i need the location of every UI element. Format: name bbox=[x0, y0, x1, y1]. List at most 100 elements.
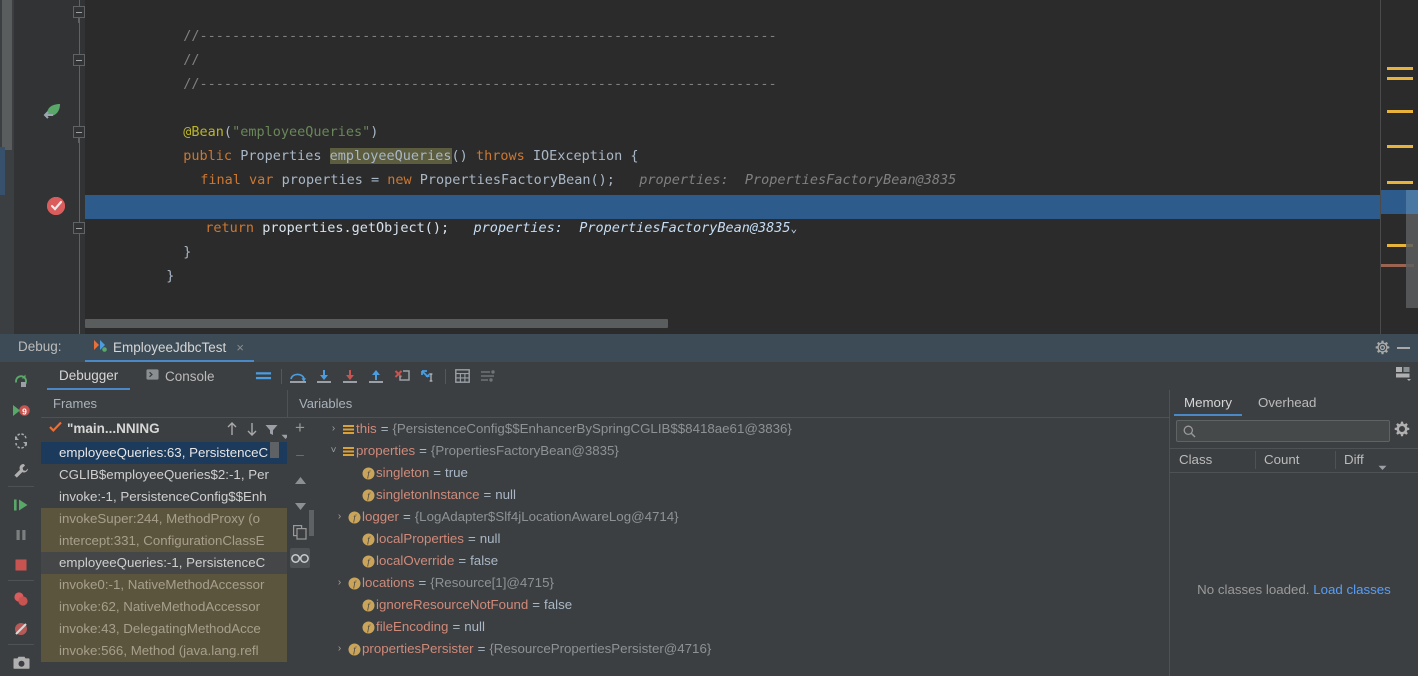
variable-row[interactable]: ˅ properties = {PropertiesFactoryBean@38… bbox=[313, 440, 1170, 462]
gear-icon[interactable] bbox=[1394, 421, 1410, 442]
run-to-cursor-button[interactable] bbox=[418, 366, 438, 386]
expand-arrow-icon[interactable]: › bbox=[327, 418, 340, 440]
variable-row[interactable]: f fileEncoding = null bbox=[313, 616, 1170, 638]
view-breakpoints-button[interactable] bbox=[8, 586, 34, 612]
stop-button[interactable] bbox=[8, 552, 34, 578]
variable-row[interactable]: f singletonInstance = null bbox=[313, 484, 1170, 506]
frames-panel[interactable]: "main...NNING employeeQueries:63, Persis… bbox=[41, 418, 290, 676]
memory-table-header[interactable]: Class Count Diff bbox=[1170, 448, 1418, 472]
frame-item[interactable]: employeeQueries:63, PersistenceC bbox=[41, 442, 287, 464]
fold-marker-57[interactable] bbox=[73, 54, 85, 66]
rerun-button[interactable] bbox=[8, 368, 34, 394]
warning-marker[interactable] bbox=[1387, 145, 1413, 148]
chevron-down-icon[interactable] bbox=[1378, 458, 1387, 476]
variable-row[interactable]: f localProperties = null bbox=[313, 528, 1170, 550]
expand-arrow-icon[interactable]: › bbox=[333, 572, 346, 594]
wrench-icon[interactable] bbox=[8, 458, 34, 484]
variable-row[interactable]: f localOverride = false bbox=[313, 550, 1170, 572]
variable-row[interactable]: › this = {PersistenceConfig$$EnhancerByS… bbox=[313, 418, 1170, 440]
show-execution-point-button[interactable] bbox=[253, 366, 273, 386]
fold-column[interactable] bbox=[72, 0, 86, 334]
frame-item[interactable]: invokeSuper:244, MethodProxy (o bbox=[41, 508, 287, 530]
glasses-icon[interactable] bbox=[290, 548, 310, 568]
variable-row[interactable]: › f propertiesPersister = {ResourcePrope… bbox=[313, 638, 1170, 660]
frame-item[interactable]: invoke:43, DelegatingMethodAcce bbox=[41, 618, 287, 640]
step-into-button[interactable] bbox=[314, 366, 334, 386]
memory-panel[interactable]: Memory Overhead Class Count Diff No clas… bbox=[1170, 390, 1418, 676]
warning-marker[interactable] bbox=[1387, 110, 1413, 113]
frame-item[interactable]: intercept:331, ConfigurationClassE bbox=[41, 530, 287, 552]
force-step-into-button[interactable] bbox=[340, 366, 360, 386]
vertical-scrollbar-thumb-highlight[interactable] bbox=[1406, 190, 1418, 214]
gear-icon[interactable] bbox=[1375, 340, 1390, 360]
frame-item[interactable]: invoke:-1, PersistenceConfig$$Enh bbox=[41, 486, 287, 508]
evaluate-expression-button[interactable] bbox=[452, 366, 472, 386]
column-diff[interactable]: Diff bbox=[1335, 448, 1418, 472]
resume-program-button[interactable]: 9 bbox=[8, 398, 34, 424]
step-out-button[interactable] bbox=[366, 366, 386, 386]
filter-icon[interactable] bbox=[265, 423, 278, 441]
frames-controls[interactable]: "main...NNING bbox=[41, 418, 290, 442]
frames-scrollbar-thumb[interactable] bbox=[270, 442, 279, 458]
collapse-arrow-icon[interactable]: ˅ bbox=[327, 440, 340, 462]
debug-session-tab[interactable]: EmployeeJdbcTest × bbox=[85, 334, 254, 362]
minimize-icon[interactable] bbox=[1397, 347, 1410, 349]
column-class[interactable]: Class bbox=[1170, 448, 1255, 472]
drop-frame-button[interactable] bbox=[392, 366, 412, 386]
restart-button[interactable] bbox=[8, 428, 34, 454]
tab-memory[interactable]: Memory bbox=[1174, 390, 1243, 416]
frames-down-icon[interactable] bbox=[246, 422, 258, 441]
mute-breakpoints-button[interactable] bbox=[8, 616, 34, 642]
frame-item[interactable]: invoke:62, NativeMethodAccessor bbox=[41, 596, 287, 618]
variable-row[interactable]: f ignoreResourceNotFound = false bbox=[313, 594, 1170, 616]
resume-button[interactable] bbox=[8, 492, 34, 518]
fold-marker-60[interactable] bbox=[73, 126, 85, 143]
horizontal-scrollbar[interactable] bbox=[85, 319, 1381, 328]
warning-marker[interactable] bbox=[1387, 181, 1413, 184]
warning-marker[interactable] bbox=[1387, 67, 1413, 70]
warning-marker[interactable] bbox=[1387, 77, 1413, 80]
load-classes-link[interactable]: Load classes bbox=[1313, 582, 1391, 597]
variables-panel[interactable]: › this = {PersistenceConfig$$EnhancerByS… bbox=[309, 390, 1170, 676]
frames-up-icon[interactable] bbox=[226, 422, 238, 441]
variable-row[interactable]: › f logger = {LogAdapter$Slf4jLocationAw… bbox=[313, 506, 1170, 528]
step-over-button[interactable] bbox=[288, 366, 308, 386]
thread-selector[interactable]: "main...NNING bbox=[49, 421, 160, 436]
frame-item[interactable]: employeeQueries:-1, PersistenceC bbox=[41, 552, 287, 574]
pause-button[interactable] bbox=[8, 522, 34, 548]
fold-marker-55[interactable] bbox=[73, 6, 85, 23]
variables-scrollbar-thumb[interactable] bbox=[309, 510, 314, 536]
frame-item[interactable]: invoke0:-1, NativeMethodAccessor bbox=[41, 574, 287, 596]
horizontal-scrollbar-thumb[interactable] bbox=[85, 319, 668, 328]
variables-tree[interactable]: › this = {PersistenceConfig$$EnhancerByS… bbox=[313, 418, 1170, 676]
tab-overhead[interactable]: Overhead bbox=[1248, 390, 1326, 416]
close-icon[interactable]: × bbox=[236, 340, 244, 355]
memory-search-input[interactable] bbox=[1176, 420, 1390, 442]
memory-tabbar[interactable]: Memory Overhead bbox=[1170, 390, 1418, 416]
variable-row[interactable]: › f locations = {Resource[1]@4715} bbox=[313, 572, 1170, 594]
variable-row[interactable]: f singleton = true bbox=[313, 462, 1170, 484]
frames-list[interactable]: employeeQueries:63, PersistenceC CGLIB$e… bbox=[41, 442, 287, 676]
fold-marker-64[interactable] bbox=[73, 222, 85, 234]
tab-debugger[interactable]: Debugger bbox=[47, 362, 131, 390]
expand-arrow-icon[interactable]: › bbox=[333, 506, 346, 528]
restore-layout-button[interactable] bbox=[1395, 366, 1415, 386]
frame-item[interactable]: CGLIB$employeeQueries$2:-1, Per bbox=[41, 464, 287, 486]
layout-settings-button[interactable] bbox=[478, 366, 498, 386]
tab-console[interactable]: Console bbox=[134, 362, 227, 390]
memory-search-field[interactable] bbox=[1201, 423, 1383, 440]
debug-side-toolbar[interactable]: 9 bbox=[0, 362, 41, 676]
frames-side-toolbar[interactable]: + – bbox=[287, 418, 313, 676]
debugger-tabbar[interactable]: Debugger Console bbox=[41, 362, 1418, 390]
column-count[interactable]: Count bbox=[1255, 448, 1335, 472]
expand-arrow-icon[interactable]: › bbox=[333, 638, 346, 660]
breakpoint-icon[interactable] bbox=[47, 197, 65, 215]
spring-bean-icon[interactable] bbox=[43, 101, 62, 120]
remove-watch-button[interactable]: – bbox=[290, 444, 310, 464]
editor-marker-bar[interactable] bbox=[1381, 0, 1418, 334]
camera-icon[interactable] bbox=[8, 650, 34, 676]
move-down-button[interactable] bbox=[290, 496, 310, 516]
add-watch-button[interactable]: + bbox=[290, 418, 310, 438]
frame-item[interactable]: invoke:566, Method (java.lang.refl bbox=[41, 640, 287, 662]
copy-icon[interactable] bbox=[290, 522, 310, 542]
